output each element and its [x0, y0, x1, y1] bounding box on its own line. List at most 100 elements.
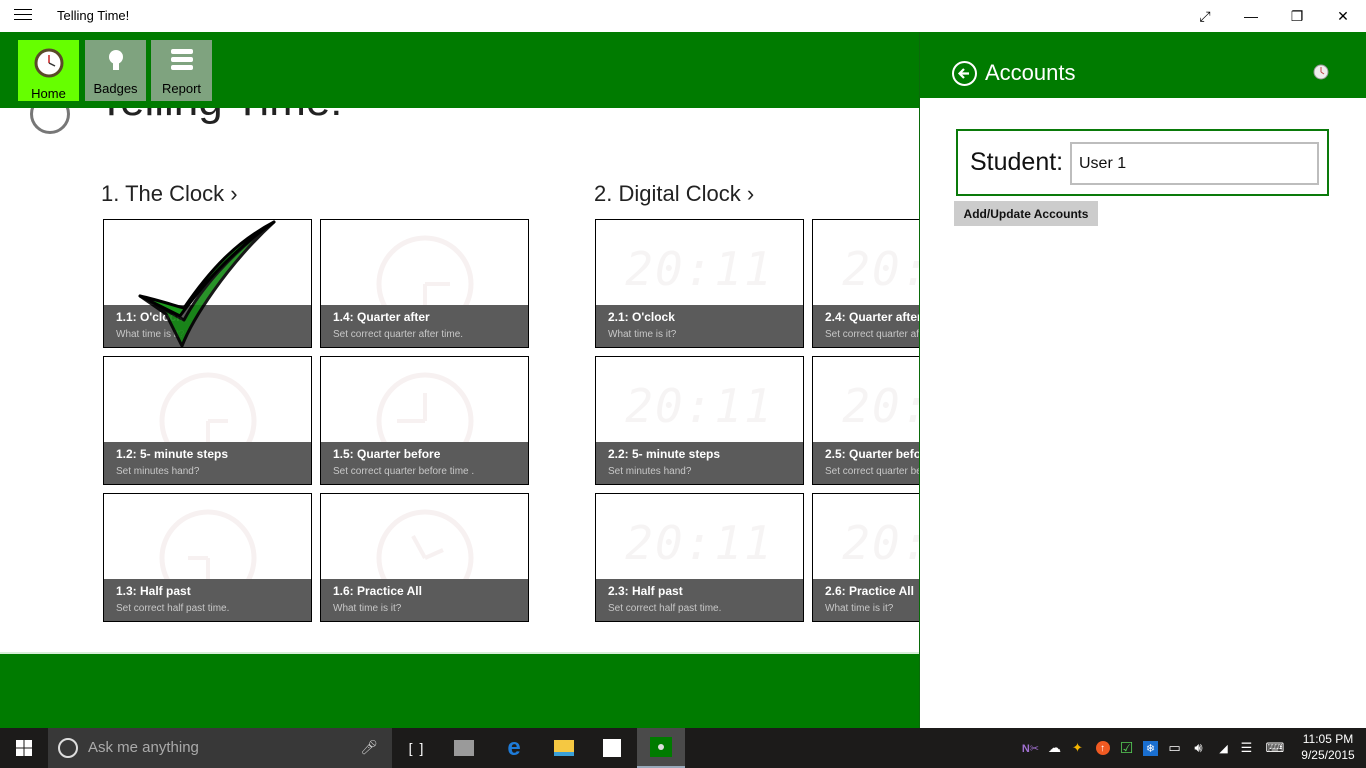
tile-title: 1.2: 5- minute steps [116, 447, 229, 461]
onenote-clipper-tray[interactable]: N✂ [1019, 728, 1042, 768]
snowflake-icon: ❄ [1143, 740, 1158, 756]
volume-tray[interactable]: 🔊︎ [1187, 728, 1210, 768]
panel-title: Accounts [985, 60, 1076, 85]
network-tray[interactable]: ◢ [1212, 728, 1235, 768]
tile-title: 2.6: Practice All [825, 584, 914, 598]
tile-subtitle: Set correct quarter before time . [825, 466, 919, 477]
clock-icon [34, 48, 63, 78]
folder-icon [554, 740, 574, 756]
back-button[interactable] [952, 61, 977, 86]
taskbar-store[interactable] [588, 728, 636, 768]
clock-date: 9/25/2015 [1301, 748, 1355, 762]
task-view-button[interactable]: [ ] [392, 728, 440, 768]
tile-subtitle: Set correct half past time. [608, 603, 722, 614]
tile-2-6[interactable]: 20:11 2.6: Practice All What time is it? [812, 493, 919, 622]
store-bag-icon [603, 739, 621, 757]
onedrive-tray[interactable]: ☁ [1043, 728, 1066, 768]
photos-tray[interactable]: ✦ [1066, 728, 1089, 768]
action-center-tray[interactable]: ☰ [1235, 728, 1258, 768]
speaker-icon: 🔊︎ [1194, 740, 1203, 755]
tile-title: 2.5: Quarter before [825, 447, 919, 461]
taskbar-telling-time[interactable] [637, 728, 685, 768]
title-bar: Telling Time! ⤢ — ❐ ✕ [0, 0, 1366, 32]
tile-2-4[interactable]: 20:11 2.4: Quarter after Set correct quar… [812, 219, 919, 348]
taskbar-app-castle[interactable] [440, 728, 488, 768]
tile-title: 1.4: Quarter after [333, 310, 430, 324]
tile-subtitle: Set correct quarter before time . [333, 466, 475, 477]
window-title: Telling Time! [57, 8, 130, 23]
digital-clock-ghost: 20:11 [625, 242, 774, 296]
tile-2-1[interactable]: 20:11 2.1: O'clock What time is it? [595, 219, 804, 348]
digital-clock-ghost: 20:11 [625, 516, 774, 570]
checkbox-icon: ☑ [1119, 740, 1134, 757]
clock-time: 11:05 PM [1302, 732, 1354, 746]
section-digital-clock-link[interactable]: 2. Digital Clock › [594, 181, 754, 207]
cortana-icon [58, 738, 78, 758]
close-icon: ✕ [1337, 7, 1349, 24]
battery-icon: ▭ [1168, 740, 1181, 755]
tile-title: 1.5: Quarter before [333, 447, 441, 461]
back-arrow-icon [957, 68, 969, 79]
tile-1-6[interactable]: 1.6: Practice All What time is it? [320, 493, 529, 622]
tile-1-1[interactable]: 1.1: O'clock What time is it? [103, 219, 312, 348]
cloud-icon: ☁ [1048, 740, 1061, 755]
digital-clock-ghost: 20:11 [625, 379, 774, 433]
tasks-tray[interactable]: ☑ [1115, 728, 1138, 768]
nav-report-button[interactable]: Report [151, 40, 212, 101]
panel-header: Accounts [920, 32, 1366, 98]
battery-tray[interactable]: ▭ [1163, 728, 1186, 768]
add-update-accounts-button[interactable]: Add/Update Accounts [954, 201, 1098, 226]
app-bottom-bar [0, 652, 919, 728]
app-main: Home Badges Report Telling Time! 1. The … [0, 32, 919, 728]
hamburger-menu-icon[interactable] [14, 9, 32, 23]
update-tray[interactable]: ↑ [1091, 728, 1114, 768]
tile-1-3[interactable]: 1.3: Half past Set correct half past time… [103, 493, 312, 622]
tile-2-5[interactable]: 20:11 2.5: Quarter before Set correct qua… [812, 356, 919, 485]
task-view-icon: [ ] [408, 740, 424, 756]
digital-clock-ghost: 20:11 [842, 516, 919, 570]
nav-badges-button[interactable]: Badges [85, 40, 146, 101]
minimize-icon: — [1244, 8, 1258, 24]
tile-subtitle: What time is it? [825, 603, 894, 614]
minimize-button[interactable]: — [1228, 0, 1274, 32]
system-clock[interactable]: 11:05 PM 9/25/2015 [1296, 731, 1360, 763]
fullscreen-button[interactable]: ⤢ [1182, 0, 1228, 32]
tile-subtitle: Set minutes hand? [116, 466, 200, 477]
tile-subtitle: Set correct quarter after time. [333, 329, 464, 340]
nav-home-label: Home [31, 86, 66, 101]
nav-report-label: Report [161, 81, 202, 96]
windows-logo-icon [16, 740, 32, 756]
tile-subtitle: What time is it? [608, 329, 677, 340]
tile-subtitle: What time is it? [333, 603, 402, 614]
restore-button[interactable]: ❐ [1274, 0, 1320, 32]
tile-title: 2.2: 5- minute steps [608, 447, 721, 461]
tile-1-4[interactable]: 1.4: Quarter after Set correct quarter af… [320, 219, 529, 348]
snowflake-tray[interactable]: ❄ [1139, 728, 1162, 768]
tile-subtitle: Set correct half past time. [116, 603, 230, 614]
tile-1-5[interactable]: 1.5: Quarter before Set correct quarter b… [320, 356, 529, 485]
taskbar: Ask me anything 🎤︎ [ ] e N✂ ☁ ✦ ↑ ☑ ❄ ▭ … [0, 728, 1366, 768]
nav-home-button[interactable]: Home [18, 40, 79, 101]
upload-arrow-icon: ↑ [1095, 741, 1110, 755]
section-the-clock-link[interactable]: 1. The Clock › [101, 181, 238, 207]
tile-2-2[interactable]: 20:11 2.2: 5- minute steps Set minutes ha… [595, 356, 804, 485]
touch-keyboard-tray[interactable]: ⌨ [1262, 728, 1288, 768]
restore-icon: ❐ [1290, 7, 1304, 24]
cortana-search-box[interactable]: Ask me anything 🎤︎ [48, 728, 392, 768]
microphone-icon[interactable]: 🎤︎ [360, 739, 378, 756]
wifi-icon: ◢ [1219, 742, 1228, 755]
taskbar-file-explorer[interactable] [540, 728, 588, 768]
castle-app-icon [454, 740, 474, 756]
tile-2-3[interactable]: 20:11 2.3: Half past Set correct half pas… [595, 493, 804, 622]
tile-1-2[interactable]: 1.2: 5- minute steps Set minutes hand? [103, 356, 312, 485]
student-name-input[interactable] [1070, 142, 1319, 185]
tile-title: 1.6: Practice All [333, 584, 422, 598]
start-button[interactable] [0, 728, 48, 768]
accounts-panel: Accounts Student: Add/Update Accounts [919, 32, 1366, 728]
taskbar-edge[interactable]: e [490, 728, 538, 768]
tile-title: 2.4: Quarter after [825, 310, 919, 324]
close-button[interactable]: ✕ [1320, 0, 1366, 32]
tile-title: 1.1: O'clock [116, 310, 183, 324]
clock-icon [1313, 64, 1329, 80]
tile-subtitle: Set minutes hand? [608, 466, 692, 477]
